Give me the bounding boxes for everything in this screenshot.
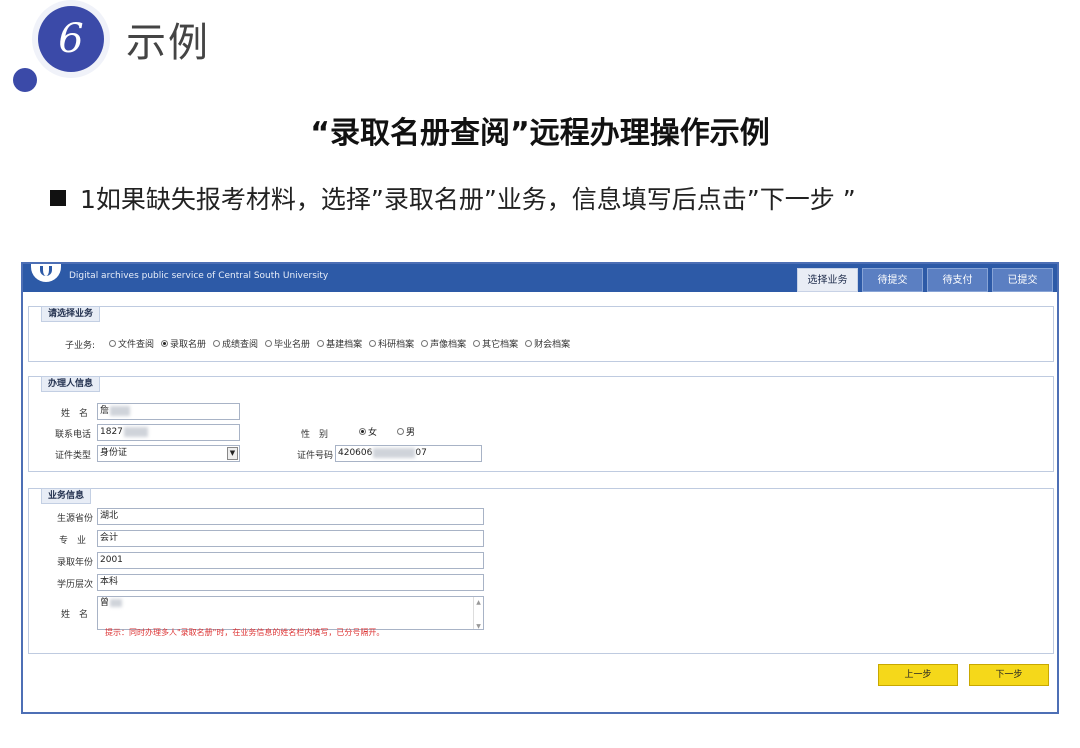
radio-grade-lookup[interactable]: 成绩查阅 — [213, 337, 258, 350]
tab-pending-payment[interactable]: 待支付 — [927, 268, 988, 292]
section-title: 请选择业务 — [41, 306, 101, 322]
redaction-blur — [110, 598, 123, 607]
name-label: 姓 名 — [61, 409, 89, 419]
major-input[interactable]: 会计 — [97, 530, 484, 547]
app-body: 请选择业务 子业务: 文件查阅 录取名册 成绩查阅 毕业名册 基建档案 科研档案… — [23, 292, 1057, 712]
section-title: 办理人信息 — [41, 376, 101, 392]
bullet-text: 1如果缺失报考材料，选择”录取名册”业务，信息填写后点击”下一步 ” — [80, 185, 856, 214]
redaction-blur — [373, 447, 416, 458]
section-number: 6 — [58, 16, 84, 62]
sub-business-radio-group: 文件查阅 录取名册 成绩查阅 毕业名册 基建档案 科研档案 声像档案 其它档案 … — [109, 337, 570, 350]
tab-bar: 选择业务 待提交 待支付 已提交 — [797, 268, 1053, 292]
tab-submitted[interactable]: 已提交 — [992, 268, 1053, 292]
app-org-name: Digital archives public service of Centr… — [69, 271, 329, 281]
radio-admission-roster[interactable]: 录取名册 — [161, 337, 206, 350]
university-logo-icon — [31, 264, 61, 282]
major-label: 专 业 — [59, 536, 87, 546]
phone-label: 联系电话 — [55, 430, 92, 440]
prev-step-button[interactable]: 上一步 — [878, 664, 958, 686]
phone-input[interactable]: 1827 — [97, 424, 240, 441]
redaction-blur — [110, 405, 131, 416]
education-level-label: 学历层次 — [57, 580, 94, 590]
admission-year-label: 录取年份 — [57, 558, 94, 568]
radio-research-archive[interactable]: 科研档案 — [369, 337, 414, 350]
section-number-badge: 6 — [38, 6, 104, 72]
radio-finance-archive[interactable]: 财会档案 — [525, 337, 570, 350]
radio-graduation-roster[interactable]: 毕业名册 — [265, 337, 310, 350]
business-info-section: 业务信息 生源省份 湖北 专 业 会计 录取年份 2001 学历层次 本科 姓 … — [28, 488, 1054, 654]
sub-business-label: 子业务: — [65, 341, 96, 351]
name-input[interactable]: 詹 — [97, 403, 240, 420]
province-label: 生源省份 — [57, 514, 94, 524]
radio-construction-archive[interactable]: 基建档案 — [317, 337, 362, 350]
admission-year-input[interactable]: 2001 — [97, 552, 484, 569]
names-label: 姓 名 — [61, 610, 89, 620]
gender-label: 性 别 — [301, 430, 329, 440]
redaction-blur — [123, 426, 148, 437]
next-step-button[interactable]: 下一步 — [969, 664, 1049, 686]
radio-other-archive[interactable]: 其它档案 — [473, 337, 518, 350]
slide-subtitle: “录取名册查阅”远程办理操作示例 — [310, 116, 770, 151]
section-title: 业务信息 — [41, 488, 92, 504]
id-number-input[interactable]: 420606 07 — [335, 445, 482, 462]
textarea-scrollbar[interactable]: ▲ ▼ — [473, 597, 483, 629]
app-window: Digital archives public service of Centr… — [21, 262, 1059, 714]
tab-pending-submit[interactable]: 待提交 — [862, 268, 923, 292]
id-type-select[interactable]: 身份证 ▼ — [97, 445, 240, 462]
radio-file-lookup[interactable]: 文件查阅 — [109, 337, 154, 350]
radio-audiovisual-archive[interactable]: 声像档案 — [421, 337, 466, 350]
bullet-square-icon — [50, 190, 66, 206]
tab-select-business[interactable]: 选择业务 — [797, 268, 858, 292]
decorative-dot — [13, 68, 37, 92]
id-number-label: 证件号码 — [297, 451, 334, 461]
chevron-down-icon: ▼ — [227, 447, 238, 460]
hint-text: 提示：同时办理多人"录取名册"时，在业务信息的姓名栏内填写，已分号隔开。 — [105, 628, 385, 637]
gender-female-radio[interactable]: 女 — [359, 425, 377, 438]
province-input[interactable]: 湖北 — [97, 508, 484, 525]
slide-title: 示例 — [126, 20, 210, 66]
gender-male-radio[interactable]: 男 — [397, 425, 415, 438]
select-business-section: 请选择业务 子业务: 文件查阅 录取名册 成绩查阅 毕业名册 基建档案 科研档案… — [28, 306, 1054, 362]
id-type-label: 证件类型 — [55, 451, 92, 461]
app-header: Digital archives public service of Centr… — [23, 264, 1057, 292]
names-textarea[interactable]: 曾 ▲ ▼ — [97, 596, 484, 630]
education-level-input[interactable]: 本科 — [97, 574, 484, 591]
applicant-info-section: 办理人信息 姓 名 詹 联系电话 1827 性 别 女 男 证件类型 身份证 ▼… — [28, 376, 1054, 472]
